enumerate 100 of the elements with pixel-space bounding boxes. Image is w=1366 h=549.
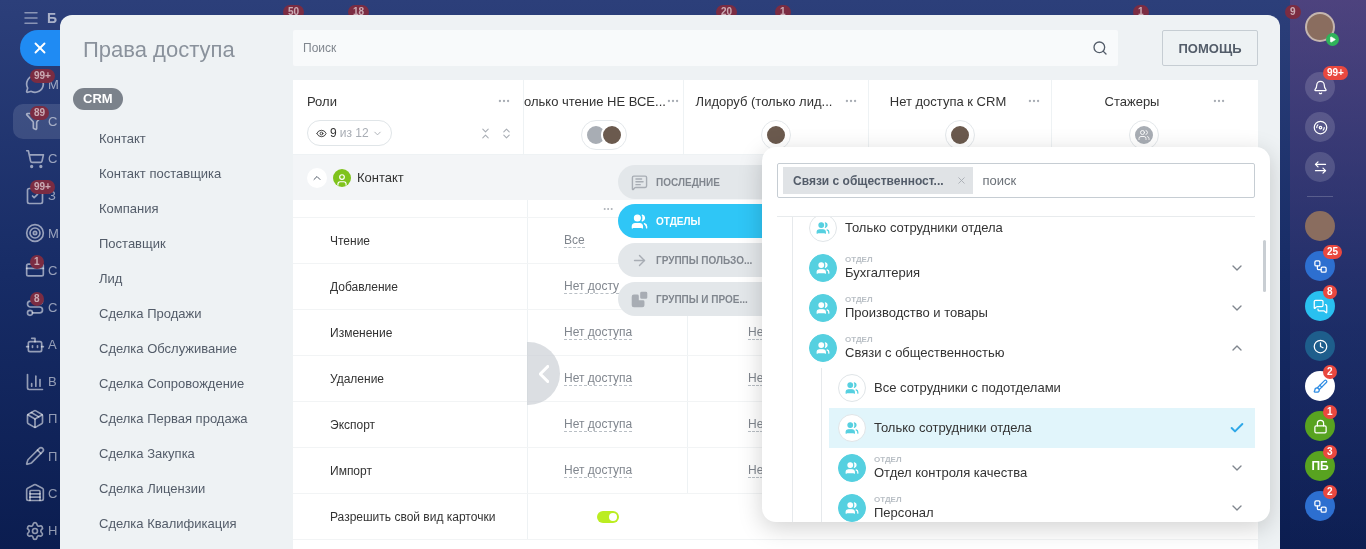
nav-item[interactable]: Компания [83, 191, 293, 226]
nav-item[interactable]: Сделка Закупка [83, 436, 293, 471]
access-value[interactable]: Нет доступа [564, 417, 633, 432]
roles-filter[interactable]: 9 из 12 [307, 120, 392, 146]
messages-icon [1312, 298, 1328, 314]
store-icon [25, 483, 45, 504]
users-icon [838, 414, 866, 442]
app-button[interactable] [1305, 331, 1335, 361]
box-icon [25, 408, 45, 429]
count-badge: 99+ [30, 68, 55, 83]
nav-item[interactable]: Контакт [83, 121, 293, 156]
app-button[interactable] [1305, 152, 1335, 182]
nav-item[interactable]: Сделка Продажи [83, 296, 293, 331]
collapse-button[interactable] [307, 167, 327, 188]
remove-icon[interactable] [955, 175, 967, 186]
column-title: олько чтение НЕ ВСЕ... [524, 93, 666, 109]
section-tag: CRM [73, 88, 123, 110]
menu-item[interactable]: М [13, 215, 60, 251]
lock-icon [1312, 418, 1328, 434]
row-label: Добавление [329, 279, 398, 294]
search-field[interactable]: Поиск [293, 30, 1118, 66]
nav-item[interactable]: Контакт поставщика [83, 156, 293, 191]
brush-icon [1312, 378, 1328, 394]
row-label: Разрешить свой вид карточки [329, 509, 496, 524]
nav-item[interactable]: Сделка Сопровождение [83, 366, 293, 401]
chevron-left-icon [538, 364, 549, 383]
count-badge: 2 [1323, 365, 1337, 379]
users-icon [809, 294, 837, 322]
settings-icon [25, 520, 45, 541]
collapse-icon[interactable] [479, 126, 492, 140]
access-value[interactable]: Нет доступа [564, 371, 633, 386]
menu-item[interactable]: С 8 [13, 289, 60, 325]
menu-item[interactable]: А [13, 326, 60, 363]
count-badge: 2 [1323, 485, 1337, 499]
chat-icon [631, 173, 648, 191]
nav-item[interactable]: Сделка Лицензии [83, 471, 293, 506]
close-button[interactable] [20, 30, 60, 66]
users-icon [838, 454, 866, 482]
eye-icon [316, 127, 327, 139]
column-title: Роли [307, 93, 338, 109]
row-label: Изменение [329, 325, 393, 340]
row-label: Чтение [329, 233, 371, 248]
users-icon [1138, 129, 1150, 141]
menu-item[interactable]: С [13, 141, 60, 177]
access-value[interactable]: Нет досту [564, 279, 620, 294]
scrollbar[interactable] [1263, 240, 1266, 292]
toggle-switch[interactable] [596, 510, 619, 523]
clock-icon [1312, 338, 1328, 354]
disc-icon [1312, 119, 1328, 135]
tag-input-field[interactable]: Связи с общественност... поиск [777, 163, 1255, 198]
menu-item[interactable]: Н [13, 512, 60, 549]
count-badge: 8 [1323, 285, 1337, 299]
menu-item[interactable]: П [13, 401, 60, 437]
count-badge: 8 [30, 291, 44, 306]
count-badge: 9 [1285, 5, 1301, 19]
row-label: Экспорт [329, 417, 376, 432]
row-label: Импорт [329, 463, 372, 478]
count-badge: 89 [30, 105, 50, 120]
menu-item[interactable]: С 1 [13, 252, 60, 288]
nav-item[interactable]: Сделка Квалификация [83, 506, 293, 541]
menu-item[interactable]: С 89 [13, 103, 60, 140]
nav-item[interactable]: Лид [83, 261, 293, 296]
access-value[interactable]: Нет доступа [564, 325, 633, 340]
count-badge: 1 [1323, 405, 1337, 419]
count-badge: 25 [1323, 245, 1343, 259]
option-item[interactable]: Только сотрудники отдела [793, 217, 1255, 248]
nav-item[interactable]: Поставщик [83, 226, 293, 261]
avatar[interactable] [1305, 12, 1335, 42]
avatar [600, 124, 623, 146]
app-button[interactable] [1305, 112, 1335, 142]
arrows-icon [1312, 159, 1328, 175]
department-item[interactable]: ОТДЕЛ Персонал [829, 488, 1255, 522]
department-item[interactable]: ОТДЕЛ Отдел контроля качества [829, 448, 1255, 488]
expand-icon[interactable] [500, 126, 513, 140]
department-item[interactable]: ОТДЕЛ Бухгалтерия [793, 248, 1255, 288]
users-icon [838, 374, 866, 402]
help-button[interactable]: ПОМОЩЬ [1162, 30, 1258, 66]
menu-item[interactable]: П [13, 438, 60, 474]
department-item[interactable]: ОТДЕЛ Производство и товары [793, 288, 1255, 328]
menu-item[interactable]: С [13, 475, 60, 511]
avatar [949, 124, 971, 146]
page-title: Права доступа [83, 36, 236, 64]
count-badge: 1 [30, 254, 44, 269]
users-icon [809, 254, 837, 282]
nav-item[interactable]: Сделка Первая продажа [83, 401, 293, 436]
cart-icon [25, 148, 45, 169]
option-item[interactable]: Только сотрудники отдела [829, 408, 1255, 448]
section-title: Контакт [357, 170, 404, 185]
target-icon [25, 223, 45, 243]
chart-icon [25, 371, 45, 392]
access-value[interactable]: Нет доступа [564, 463, 633, 478]
option-item[interactable]: Все сотрудники с подотделами [829, 368, 1255, 408]
pencil-icon [25, 446, 45, 467]
brand-name: Б [47, 9, 58, 26]
count-badge: 3 [1323, 445, 1337, 459]
access-value[interactable]: Все [564, 233, 585, 248]
department-item[interactable]: ОТДЕЛ Связи с общественностью [793, 328, 1255, 368]
nav-item[interactable]: Сделка Обслуживание [83, 331, 293, 366]
users-icon [631, 212, 648, 230]
menu-item[interactable]: В [13, 364, 60, 400]
